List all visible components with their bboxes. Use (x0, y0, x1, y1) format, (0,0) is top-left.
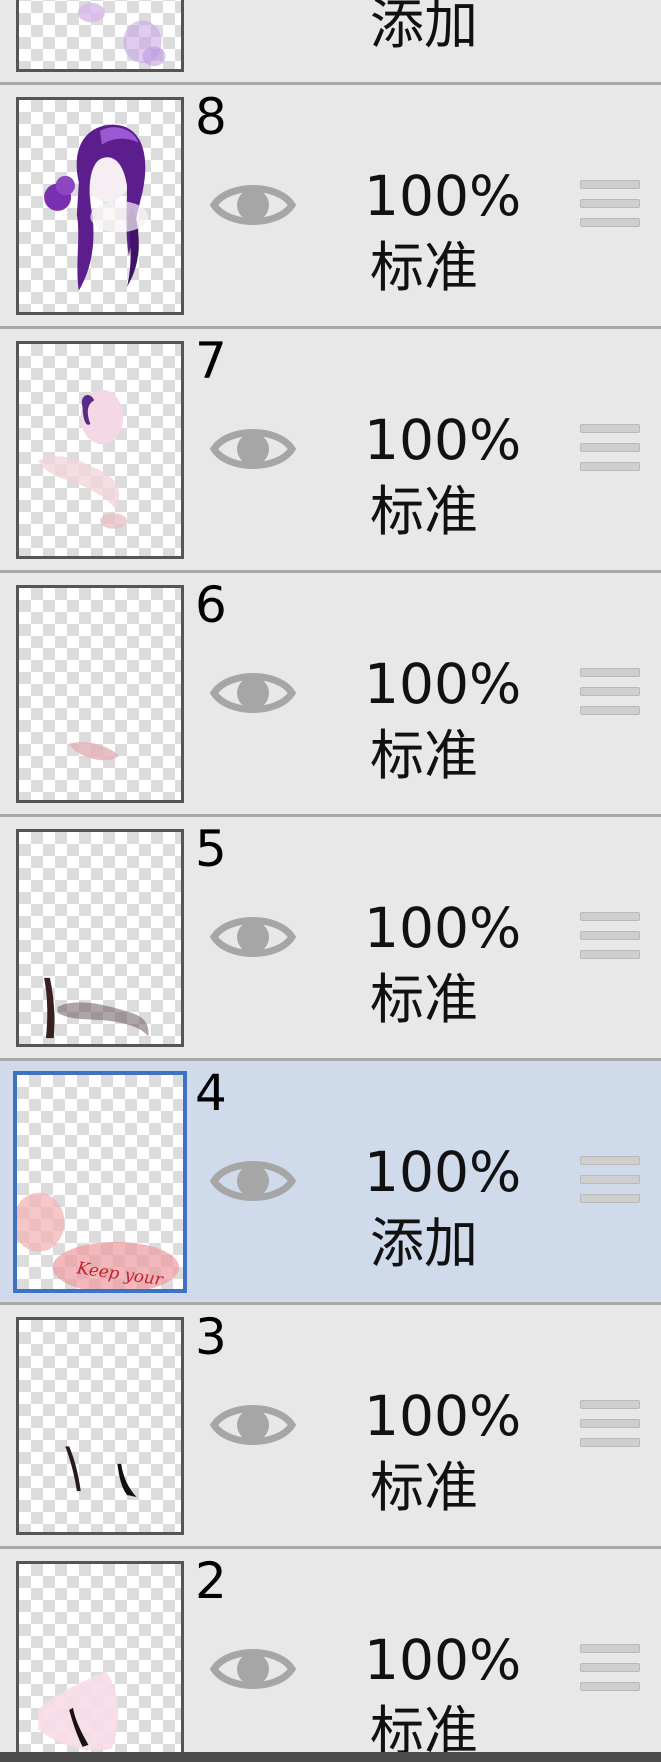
eye-icon[interactable] (210, 1153, 296, 1209)
eye-icon[interactable] (210, 665, 296, 721)
drag-handle-icon[interactable] (580, 668, 642, 720)
eye-icon[interactable] (210, 909, 296, 965)
eye-icon[interactable] (210, 421, 296, 477)
opacity-value[interactable]: 100% (364, 1383, 524, 1449)
thumb-art-red-glow: Keep your (17, 1192, 180, 1289)
blend-mode-label[interactable]: 标准 (370, 723, 510, 789)
thumb-art-purple-blur (77, 2, 166, 67)
layer-thumbnail[interactable] (16, 97, 184, 315)
layer-thumbnail[interactable] (16, 585, 184, 803)
thumb-art-pink-face (38, 389, 127, 529)
layer-row[interactable]: 添加 (0, 0, 661, 83)
layer-row[interactable]: 2 100% 标准 (0, 1549, 661, 1762)
layer-number: 4 (195, 1064, 227, 1122)
layer-thumbnail[interactable]: Keep your (13, 1071, 187, 1293)
opacity-value[interactable]: 100% (364, 1627, 524, 1693)
opacity-value[interactable]: 100% (364, 407, 524, 473)
layer-row[interactable]: 3 100% 标准 (0, 1305, 661, 1546)
layer-row-selected[interactable]: Keep your 4 100% 添加 (0, 1061, 661, 1302)
bottom-edge-bar (0, 1752, 661, 1762)
eye-icon[interactable] (210, 1397, 296, 1453)
drag-handle-icon[interactable] (580, 180, 642, 232)
thumb-art-black-strokes (65, 1446, 137, 1497)
thumb-art-purple-hair (44, 124, 149, 291)
layer-number: 7 (195, 332, 227, 390)
layer-number: 8 (195, 88, 227, 146)
layer-row[interactable]: 7 100% 标准 (0, 329, 661, 570)
eye-icon[interactable] (210, 177, 296, 233)
drag-handle-icon[interactable] (580, 424, 642, 476)
thumb-art-dark-strands (44, 977, 149, 1039)
drag-handle-icon[interactable] (580, 912, 642, 964)
blend-mode-label[interactable]: 添加 (370, 0, 510, 58)
opacity-value[interactable]: 100% (364, 895, 524, 961)
opacity-value[interactable]: 100% (364, 651, 524, 717)
layer-number: 6 (195, 576, 227, 634)
blend-mode-label[interactable]: 标准 (370, 479, 510, 545)
layer-row[interactable]: 8 100% 标准 (0, 85, 661, 326)
layers-panel: 添加 8 100% 标准 7 100% 标准 6 100% 标准 5 100% … (0, 0, 661, 1762)
layer-number: 3 (195, 1308, 227, 1366)
opacity-value[interactable]: 100% (364, 1139, 524, 1205)
drag-handle-icon[interactable] (580, 1644, 642, 1696)
layer-number: 5 (195, 820, 227, 878)
layer-row[interactable]: 5 100% 标准 (0, 817, 661, 1058)
blend-mode-label[interactable]: 标准 (370, 235, 510, 301)
drag-handle-icon[interactable] (580, 1156, 642, 1208)
layer-number: 2 (195, 1552, 227, 1610)
blend-mode-label[interactable]: 标准 (370, 967, 510, 1033)
layer-thumbnail[interactable] (16, 1561, 184, 1762)
blend-mode-label[interactable]: 添加 (370, 1211, 510, 1277)
eye-icon[interactable] (210, 1641, 296, 1697)
thumb-art-pink-shape (38, 1670, 119, 1751)
opacity-value[interactable]: 100% (364, 163, 524, 229)
layer-thumbnail[interactable] (16, 1317, 184, 1535)
layer-thumbnail[interactable] (16, 341, 184, 559)
layer-thumbnail[interactable] (16, 0, 184, 72)
layer-thumbnail[interactable] (16, 829, 184, 1047)
blend-mode-label[interactable]: 标准 (370, 1455, 510, 1521)
thumb-art-pink-stroke (69, 742, 120, 761)
layer-row[interactable]: 6 100% 标准 (0, 573, 661, 814)
drag-handle-icon[interactable] (580, 1400, 642, 1452)
